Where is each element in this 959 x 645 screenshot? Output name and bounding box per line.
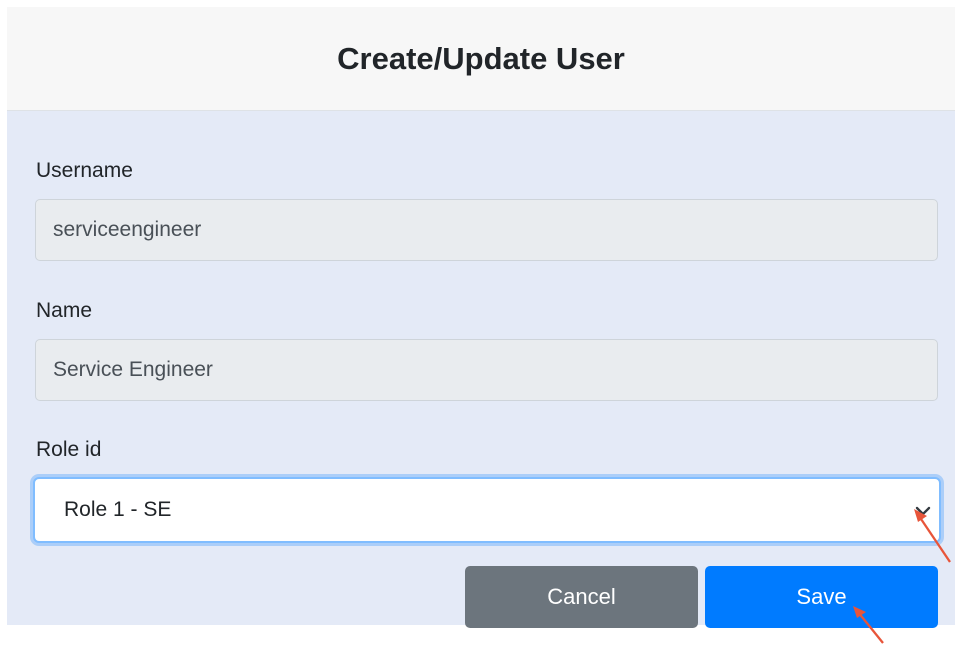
dialog-body: Username serviceengineer Name Service En… [7, 111, 955, 628]
role-id-selected-value: Role 1 - SE [64, 498, 172, 521]
username-field: serviceengineer [35, 199, 938, 261]
role-id-label: Role id [36, 438, 102, 461]
create-update-user-dialog: Create/Update User Username serviceengin… [7, 7, 955, 645]
arrow-icon [914, 509, 951, 563]
save-button[interactable]: Save [705, 566, 938, 628]
name-label: Name [36, 299, 93, 322]
cancel-button[interactable]: Cancel [465, 566, 698, 628]
name-field: Service Engineer [35, 339, 938, 401]
username-label: Username [36, 159, 133, 182]
arrow-icon [853, 606, 884, 644]
dialog-header: Create/Update User [7, 7, 955, 111]
dialog-title: Create/Update User [337, 40, 625, 76]
role-id-select[interactable]: Role 1 - SE [33, 477, 941, 543]
